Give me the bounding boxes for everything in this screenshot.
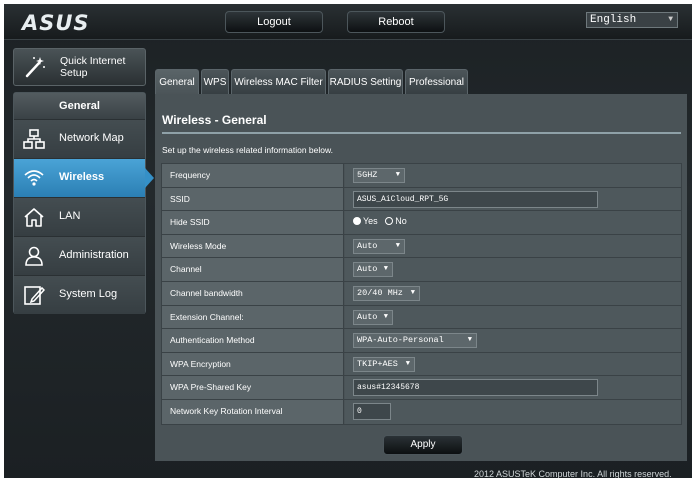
radio-label-no: No [395,216,407,227]
chevron-down-icon: ▼ [395,171,400,179]
sidebar-item-network-map[interactable]: Network Map [14,119,145,158]
field-label: WPA Pre-Shared Key [162,376,344,399]
auth-method-select[interactable]: WPA-Auto-Personal ▼ [353,333,477,349]
wpa-encryption-value: TKIP+AES [357,358,398,369]
field-label: Channel bandwidth [162,281,344,305]
sidebar-section-title: General [14,93,145,119]
chevron-down-icon: ▼ [410,288,415,297]
wifi-icon [24,170,44,186]
sidebar-item-wireless[interactable]: Wireless [14,158,154,197]
tab-wps[interactable]: WPS [201,69,229,96]
field-label: Authentication Method [162,329,344,352]
page-description: Set up the wireless related information … [162,145,334,155]
settings-row-hide-ssid: Hide SSID Yes No [162,211,681,235]
key-rotation-input[interactable]: 0 [353,402,391,420]
radio-label-yes: Yes [363,216,378,227]
language-select[interactable]: English ▼ [586,12,678,28]
page-title: Wireless - General [162,113,267,127]
channel-bandwidth-value: 20/40 MHz [357,287,403,298]
settings-row-wpa-encryption: WPA Encryption TKIP+AES ▼ [162,352,681,377]
hide-ssid-yes-option[interactable]: Yes [353,216,378,226]
wpa-psk-input[interactable]: asus#12345678 [353,379,598,397]
settings-row-channel-bandwidth: Channel bandwidth 20/40 MHz ▼ [162,281,681,306]
chevron-down-icon: ▼ [405,359,410,368]
chevron-down-icon: ▼ [395,241,400,250]
tab-professional[interactable]: Professional [405,69,468,96]
sidebar-item-label: LAN [59,210,81,222]
hide-ssid-radio-group: Yes No [353,216,412,226]
sidebar-item-label: Wireless [59,171,105,183]
quick-setup-label: Quick Internet Setup [60,55,126,79]
sidebar-item-label: System Log [59,288,118,300]
settings-row-auth-method: Authentication Method WPA-Auto-Personal … [162,329,681,353]
tab-general[interactable]: General [155,69,199,96]
top-bar: ASUS Logout Reboot English ▼ [4,4,692,40]
tab-radius-setting[interactable]: RADIUS Setting [328,69,403,96]
copyright-footer: 2012 ASUSTeK Computer Inc. All rights re… [474,469,672,478]
chevron-down-icon: ▼ [668,15,673,24]
sidebar-item-label: Network Map [59,132,124,144]
channel-select[interactable]: Auto ▼ [353,262,393,278]
field-label: Channel [162,258,344,281]
apply-button[interactable]: Apply [383,435,463,455]
field-label: Network Key Rotation Interval [162,399,344,424]
hide-ssid-no-option[interactable]: No [385,216,407,226]
extension-channel-select[interactable]: Auto ▼ [353,309,393,325]
settings-row-channel: Channel Auto ▼ [162,258,681,282]
wireless-mode-value: Auto [357,240,378,251]
radio-unselected-icon [385,217,394,226]
tab-wireless-mac-filter[interactable]: Wireless MAC Filter [231,69,326,96]
magic-wand-icon [25,57,45,78]
home-icon [24,208,44,227]
field-label: WPA Encryption [162,352,344,376]
settings-row-key-rotation: Network Key Rotation Interval 0 [162,399,681,424]
reboot-button[interactable]: Reboot [347,11,445,33]
frequency-value: 5GHZ [357,170,378,180]
field-label: Wireless Mode [162,234,344,258]
language-selected: English [590,14,637,26]
user-icon [25,246,43,266]
field-label: Hide SSID [162,211,344,234]
channel-bandwidth-select[interactable]: 20/40 MHz ▼ [353,285,420,301]
settings-row-wireless-mode: Wireless Mode Auto ▼ [162,234,681,259]
chevron-down-icon: ▼ [383,312,388,321]
chevron-down-icon: ▼ [467,336,472,345]
settings-table: Frequency 5GHZ ▼ SSID ASUS_AiCloud_RPT_5… [161,163,682,425]
sidebar-item-administration[interactable]: Administration [14,236,145,275]
logout-button[interactable]: Logout [225,11,323,33]
router-admin-app: ASUS Logout Reboot English ▼ Quick Inter… [4,4,692,478]
settings-row-frequency: Frequency 5GHZ ▼ [162,164,681,188]
wireless-general-panel: Wireless - General Set up the wireless r… [155,94,687,461]
settings-row-wpa-psk: WPA Pre-Shared Key asus#12345678 [162,376,681,400]
radio-selected-icon [353,217,361,226]
network-map-icon [23,129,45,149]
log-icon [24,286,45,305]
title-divider [162,132,681,134]
extension-channel-value: Auto [357,311,378,322]
ssid-input[interactable]: ASUS_AiCloud_RPT_5G [353,190,598,208]
sidebar-item-system-log[interactable]: System Log [14,275,145,314]
channel-value: Auto [357,264,378,275]
frequency-select[interactable]: 5GHZ ▼ [353,168,405,183]
field-label: Frequency [162,164,344,187]
wireless-mode-select[interactable]: Auto ▼ [353,238,405,254]
field-label: SSID [162,187,344,211]
quick-internet-setup-button[interactable]: Quick Internet Setup [13,48,146,86]
chevron-down-icon: ▼ [383,265,388,274]
settings-row-ssid: SSID ASUS_AiCloud_RPT_5G [162,187,681,212]
auth-method-value: WPA-Auto-Personal [357,335,444,346]
wpa-encryption-select[interactable]: TKIP+AES ▼ [353,356,415,372]
sidebar-nav: General Network Map Wireless LAN Adminis… [13,92,154,314]
sidebar-item-label: Administration [59,249,129,261]
asus-logo: ASUS [22,11,90,35]
field-label: Extension Channel: [162,305,344,329]
sidebar-item-lan[interactable]: LAN [14,197,145,236]
settings-row-extension-channel: Extension Channel: Auto ▼ [162,305,681,330]
